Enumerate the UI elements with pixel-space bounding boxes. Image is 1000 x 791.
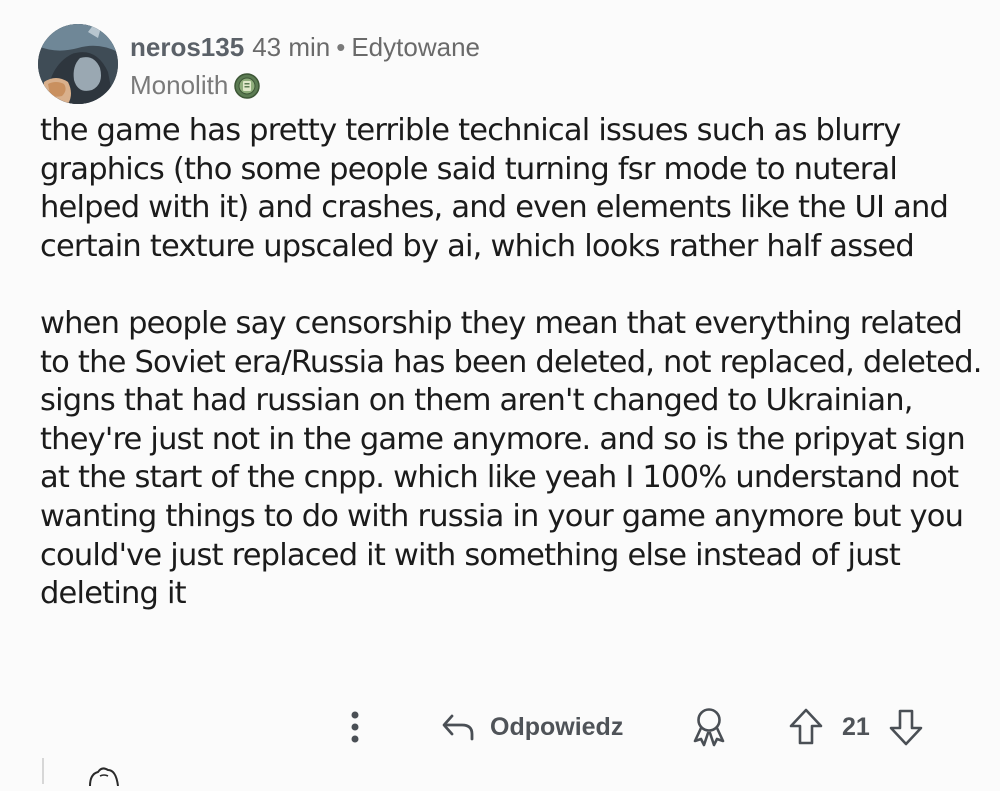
reply-label: Odpowiedz — [490, 712, 624, 741]
avatar[interactable] — [38, 24, 118, 104]
reply-button[interactable]: Odpowiedz — [440, 702, 623, 752]
comment-paragraph: the game has pretty terrible technical i… — [40, 113, 949, 264]
comment: neros135 43 min • Edytowane Monolith the ga… — [0, 0, 1000, 787]
monolith-badge-icon — [234, 73, 261, 107]
avatar-outline-icon — [89, 767, 119, 787]
upvote-arrow-icon — [789, 708, 823, 745]
comment-meta: neros135 43 min • Edytowane — [130, 30, 480, 64]
comment-time: 43 min — [252, 32, 331, 62]
downvote-button[interactable] — [888, 702, 924, 752]
username[interactable]: neros135 — [130, 32, 244, 62]
comment-actions: Odpowiedz 21 — [0, 702, 1000, 752]
more-options-button[interactable] — [344, 702, 366, 752]
downvote-arrow-icon — [889, 709, 923, 746]
reply-arrow-icon — [442, 714, 474, 741]
comment-body: the game has pretty terrible technical i… — [40, 112, 985, 614]
more-vertical-icon — [351, 711, 359, 743]
avatar-image — [38, 24, 118, 104]
edited-label: Edytowane — [351, 32, 480, 62]
vote-count: 21 — [842, 713, 870, 741]
comment-paragraph: when people say censorship they mean tha… — [40, 305, 982, 612]
upvote-button[interactable] — [788, 702, 824, 752]
thread-line[interactable] — [42, 758, 44, 784]
separator-dot: • — [336, 32, 346, 62]
user-flair: Monolith — [130, 68, 261, 107]
flair-text: Monolith — [130, 70, 229, 100]
award-icon — [693, 708, 725, 747]
award-button[interactable] — [690, 702, 728, 752]
next-comment-avatar[interactable] — [86, 764, 122, 787]
